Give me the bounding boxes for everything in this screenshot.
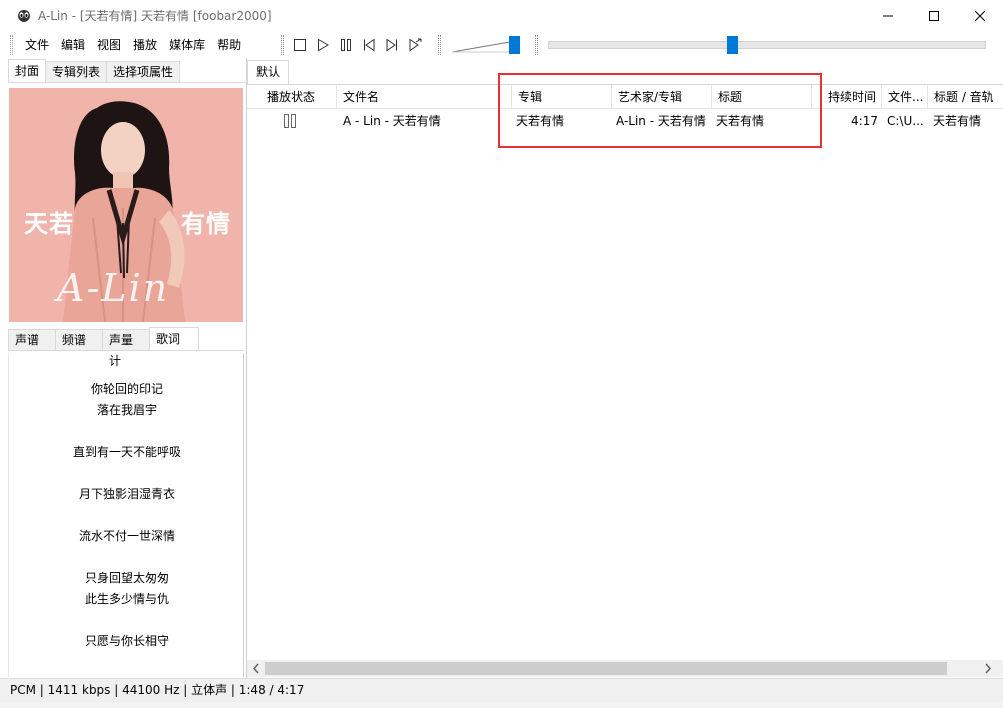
- volume-slider[interactable]: [450, 34, 522, 56]
- column-play-status[interactable]: 播放状态: [247, 85, 337, 109]
- title-track-cell: 天若有情: [933, 114, 982, 128]
- playlist-panel: 默认 播放状态 文件名 专辑 艺术家/专辑 标题 持续时间 文件... 标题 /…: [246, 58, 1003, 678]
- playlist-view: 播放状态 文件名 专辑 艺术家/专辑 标题 持续时间 文件... 标题 / 音轨…: [247, 84, 1003, 660]
- tab-vu-meter[interactable]: 声量计: [102, 329, 150, 368]
- menu-playback[interactable]: 播放: [127, 35, 163, 55]
- foobar-app-icon: [18, 9, 30, 22]
- lyric-line: 只身回望太匆匆: [84, 571, 169, 585]
- window-controls: [865, 0, 1003, 31]
- file-path-cell: C:\U...: [887, 114, 924, 128]
- left-top-tabs: 封面 专辑列表 选择项属性: [8, 59, 246, 83]
- maximize-icon: [929, 10, 939, 21]
- column-file-path[interactable]: 文件...: [882, 85, 928, 109]
- close-icon: [975, 10, 985, 21]
- left-bottom-tabs: 声谱 频谱 声量计 歌词: [8, 327, 244, 368]
- menu-help[interactable]: 帮助: [211, 35, 247, 55]
- stop-icon: [293, 39, 306, 51]
- highlight-box: [498, 73, 822, 148]
- cover-title-right: 有情: [181, 210, 231, 238]
- play-button[interactable]: [311, 34, 334, 56]
- status-bar: PCM | 1411 kbps | 44100 Hz | 立体声 | 1:48 …: [0, 678, 1003, 702]
- pause-status-icon: [284, 114, 296, 128]
- playlist-tabs: 默认: [247, 60, 290, 84]
- previous-button[interactable]: [357, 34, 380, 56]
- cover-signature: A-Lin: [57, 266, 170, 310]
- column-duration[interactable]: 持续时间: [822, 85, 882, 109]
- seek-bar[interactable]: [548, 36, 986, 54]
- transport-controls: [288, 31, 426, 59]
- menu-file[interactable]: 文件: [19, 35, 55, 55]
- random-icon: [409, 38, 421, 52]
- minimize-button[interactable]: [865, 0, 911, 31]
- menu-edit[interactable]: 编辑: [55, 35, 91, 55]
- lyric-line: 流水不付一世深情: [78, 529, 175, 543]
- menu-view[interactable]: 视图: [91, 35, 127, 55]
- menu-bar: 文件 编辑 视图 播放 媒体库 帮助: [19, 31, 247, 59]
- left-panel: 封面 专辑列表 选择项属性 天若 有情 A-Lin 声谱 频谱 声量计 歌词 你…: [8, 59, 246, 677]
- toolbar: 文件 编辑 视图 播放 媒体库 帮助: [0, 31, 1003, 59]
- tab-lyrics[interactable]: 歌词: [149, 327, 199, 350]
- cover-title-left: 天若: [24, 210, 74, 238]
- lyric-line: 月下独影泪湿青衣: [78, 487, 175, 501]
- lyrics-panel: 你轮回的印记 落在我眉宇 直到有一天不能呼吸 月下独影泪湿青衣 流水不付一世深情…: [8, 353, 244, 677]
- maximize-button[interactable]: [911, 0, 957, 31]
- album-cover: 天若 有情 A-Lin: [9, 88, 243, 322]
- horizontal-scrollbar[interactable]: [247, 660, 1003, 677]
- column-filename[interactable]: 文件名: [337, 85, 512, 109]
- title-bar: A-Lin - [天若有情] 天若有情 [foobar2000]: [0, 0, 1003, 31]
- previous-icon: [363, 38, 374, 52]
- lyric-line: 只愿与你长相守: [84, 634, 169, 648]
- menu-library[interactable]: 媒体库: [163, 35, 211, 55]
- seek-thumb[interactable]: [727, 36, 738, 54]
- random-button[interactable]: [403, 34, 426, 56]
- scroll-left-icon[interactable]: [249, 660, 263, 677]
- scrollbar-thumb[interactable]: [265, 662, 947, 675]
- toolbar-grip[interactable]: [438, 35, 441, 55]
- toolbar-grip[interactable]: [535, 35, 538, 55]
- minimize-icon: [883, 15, 893, 16]
- tab-cover[interactable]: 封面: [8, 59, 47, 82]
- play-icon: [317, 38, 329, 52]
- bottom-strip: [0, 702, 1003, 708]
- play-status-cell: [247, 109, 337, 133]
- close-button[interactable]: [957, 0, 1003, 31]
- tab-default-playlist[interactable]: 默认: [247, 60, 290, 84]
- lyric-line: 你轮回的印记: [90, 382, 163, 396]
- lyric-line: 落在我眉宇: [96, 403, 157, 417]
- tab-spectrum[interactable]: 频谱: [55, 329, 103, 350]
- toolbar-grip[interactable]: [10, 35, 13, 55]
- lyric-line: 直到有一天不能呼吸: [72, 445, 181, 459]
- toolbar-grip[interactable]: [281, 35, 284, 55]
- volume-thumb[interactable]: [509, 36, 520, 54]
- duration-cell: 4:17: [851, 114, 878, 128]
- tab-selection-properties[interactable]: 选择项属性: [106, 61, 181, 82]
- pause-icon: [340, 39, 351, 51]
- stop-button[interactable]: [288, 34, 311, 56]
- pause-button[interactable]: [334, 34, 357, 56]
- filename-cell: A - Lin - 天若有情: [343, 114, 441, 128]
- window-title: A-Lin - [天若有情] 天若有情 [foobar2000]: [38, 9, 272, 23]
- tab-album-list[interactable]: 专辑列表: [45, 61, 108, 82]
- scroll-right-icon[interactable]: [981, 660, 995, 677]
- next-button[interactable]: [380, 34, 403, 56]
- next-icon: [386, 38, 397, 52]
- tab-spectrogram[interactable]: 声谱: [8, 329, 56, 350]
- column-title-track[interactable]: 标题 / 音轨: [928, 85, 1003, 109]
- lyric-line: 此生多少情与仇: [84, 592, 169, 606]
